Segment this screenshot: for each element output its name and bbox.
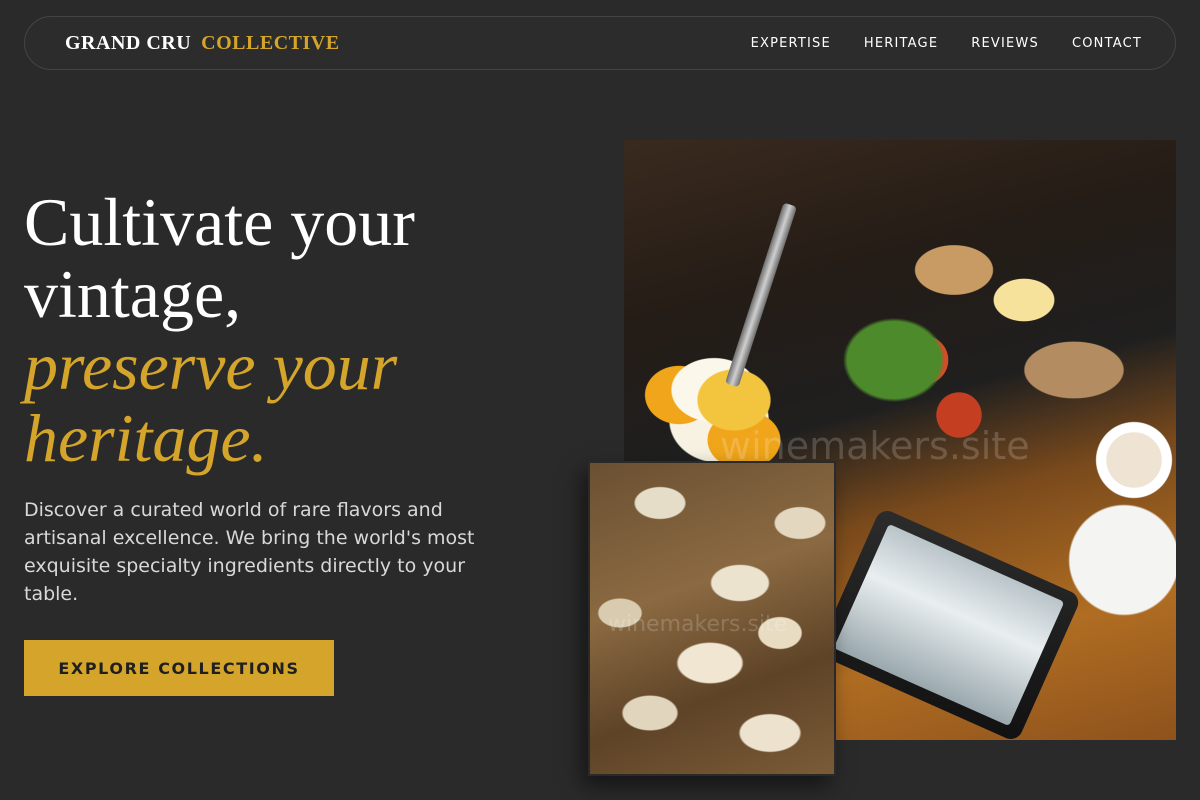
brand-name-accent: COLLECTIVE [201, 31, 340, 54]
hero-title-line-1: Cultivate your vintage, [24, 184, 415, 332]
smartphone-shape [815, 507, 1083, 740]
hero-description: Discover a curated world of rare flavors… [24, 499, 475, 605]
nav-link-expertise[interactable]: EXPERTISE [751, 36, 831, 51]
brand-logo[interactable]: GRAND CRU COLLECTIVE [65, 32, 340, 55]
explore-collections-button[interactable]: EXPLORE COLLECTIONS [24, 640, 334, 696]
brand-name-primary: GRAND CRU [65, 31, 192, 54]
nav-link-contact[interactable]: CONTACT [1072, 36, 1142, 51]
nav-link-heritage[interactable]: HERITAGE [864, 36, 938, 51]
hero-title: Cultivate your vintage, preserve your he… [24, 186, 544, 474]
nav-links: EXPERTISE HERITAGE REVIEWS CONTACT [751, 36, 1142, 51]
nav-link-reviews[interactable]: REVIEWS [971, 36, 1039, 51]
fork-shape [724, 202, 798, 388]
hero-title-line-2: preserve your heritage. [24, 328, 398, 476]
cashew-nuts-photo [588, 461, 836, 776]
top-navigation: GRAND CRU COLLECTIVE EXPERTISE HERITAGE R… [24, 16, 1176, 70]
